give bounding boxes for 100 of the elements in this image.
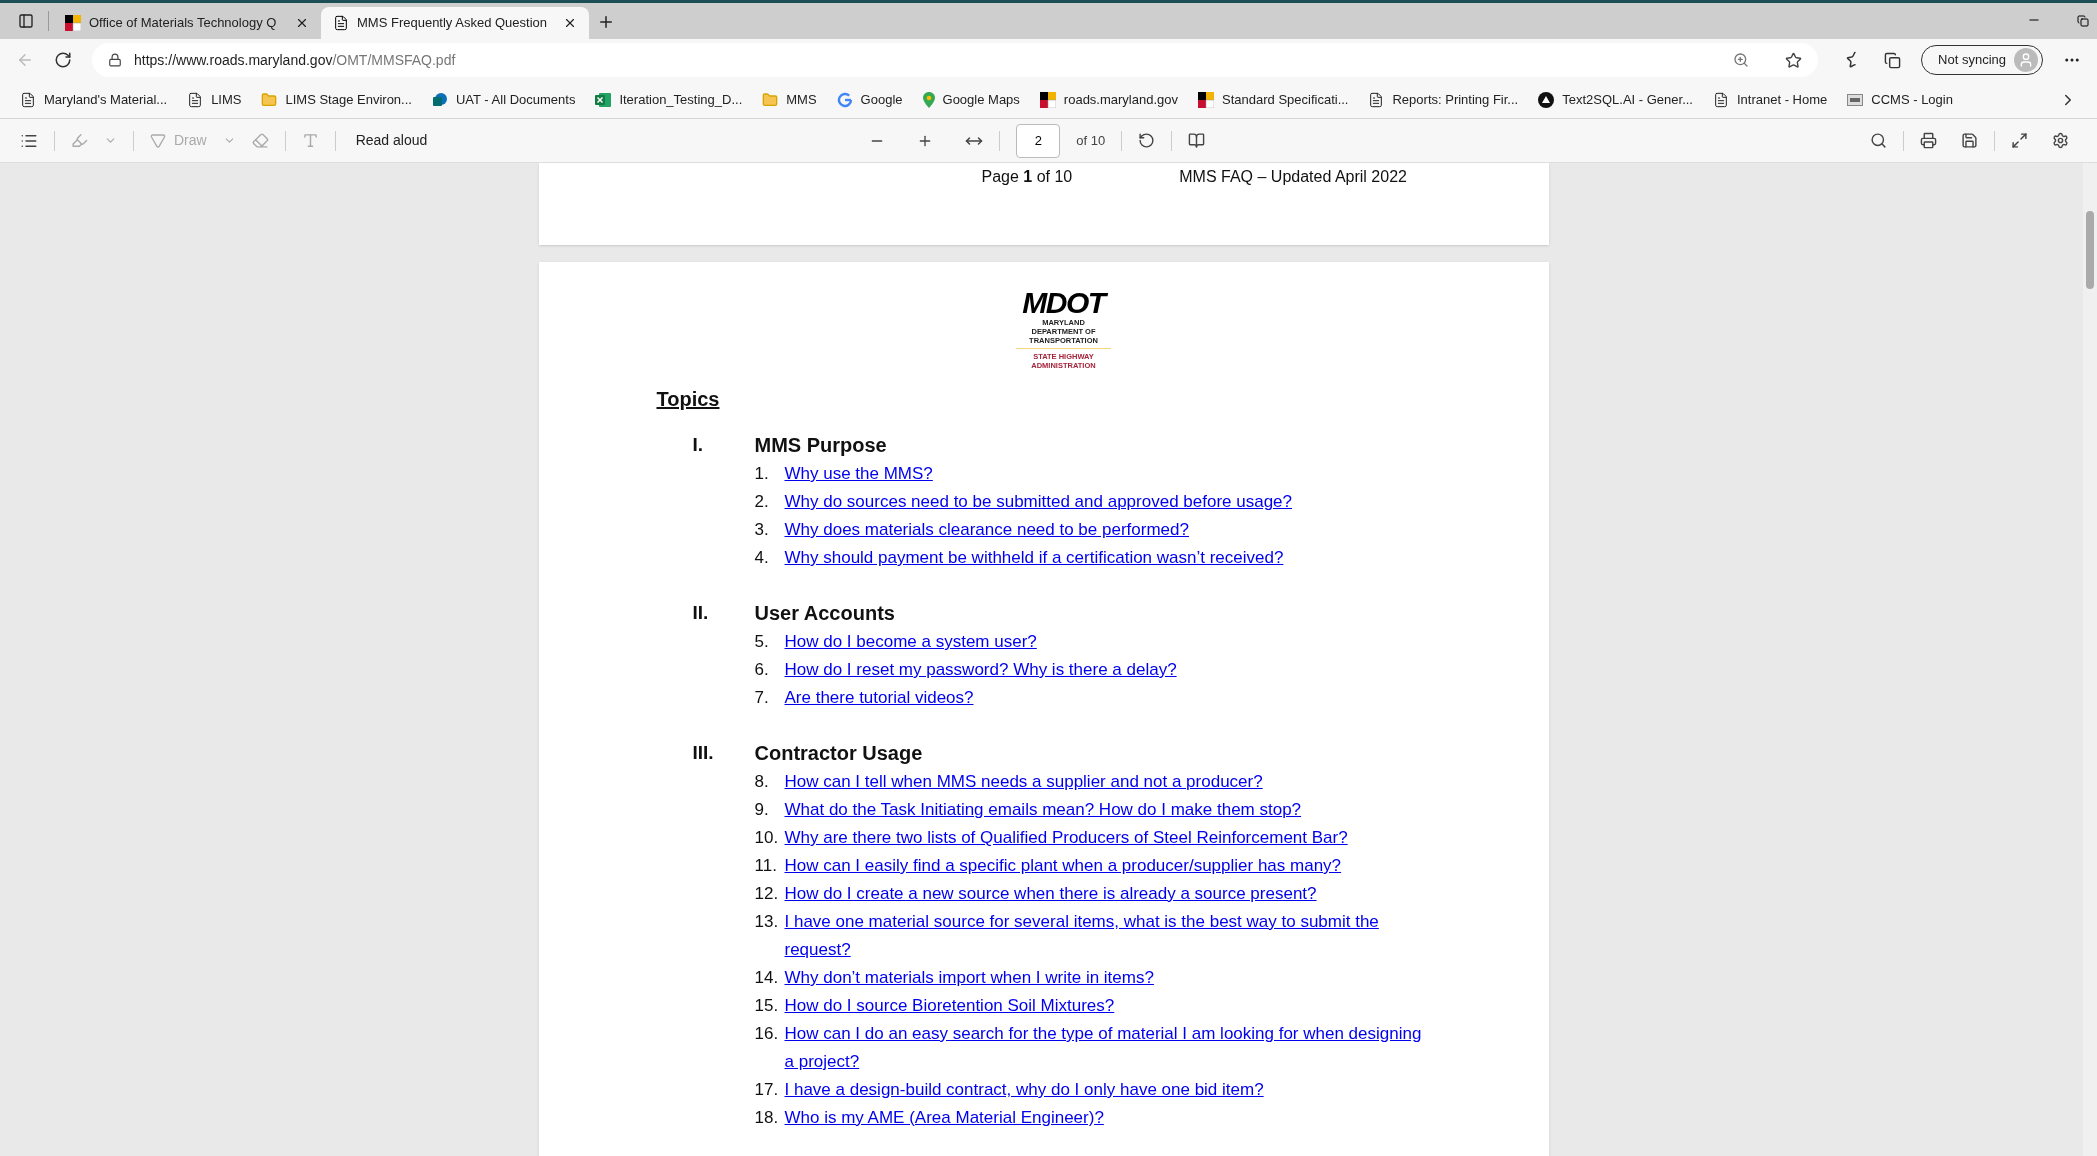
address-field[interactable]: https://www.roads.maryland.gov/OMT/MMSFAQ.pdf (92, 43, 1819, 77)
page-view-icon[interactable] (1188, 132, 1206, 149)
bookmark-label: Iteration_Testing_D... (619, 90, 743, 109)
bookmark-label: Intranet - Home (1737, 90, 1828, 109)
save-icon[interactable] (1961, 132, 1978, 149)
tab-title: MMS Frequently Asked Question (357, 14, 549, 33)
print-icon[interactable] (1920, 132, 1937, 149)
item-number: 12. (754, 883, 780, 905)
topic-link[interactable]: I have a design-build contract, why do I only have one bid item? (784, 1076, 1264, 1104)
topic-link[interactable]: What do the Task Initiating emails mean? How do I make them stop? (784, 796, 1302, 824)
item-number: 4. (754, 547, 770, 569)
section-heading: Contractor Usage (754, 741, 924, 766)
page-icon (20, 91, 36, 108)
page-number-field[interactable]: 2 (1016, 123, 1061, 158)
close-icon[interactable] (295, 16, 309, 30)
item-number: 3. (754, 519, 770, 541)
bookmark-item[interactable]: roads.maryland.gov (1039, 89, 1178, 110)
read-aloud-button[interactable]: Read aloud (355, 130, 428, 151)
zoom-icon[interactable] (1733, 52, 1750, 68)
bookmark-item[interactable]: CCMS - Login (1847, 89, 1953, 110)
scroll-thumb[interactable] (2086, 211, 2094, 289)
topic-link[interactable]: Are there tutorial videos? (784, 684, 974, 712)
topic-link[interactable]: How can I tell when MMS needs a supplier and not a producer? (784, 768, 1263, 796)
bookmark-item[interactable]: LIMS Stage Environ... (261, 89, 412, 110)
bookmark-item[interactable]: UAT - All Documents (431, 89, 576, 110)
flag-icon (1198, 91, 1214, 108)
rotate-icon[interactable] (1138, 132, 1156, 149)
pen-tip-icon (150, 132, 166, 149)
bookmark-item[interactable]: Text2SQL.AI - Gener... (1538, 89, 1693, 110)
topic-link[interactable]: Why should payment be withheld if a certification wasn’t received? (784, 544, 1284, 572)
page-icon (1713, 91, 1729, 108)
bookmark-label: LIMS (211, 90, 242, 109)
topic-link[interactable]: Why are there two lists of Qualified Producers of Steel Reinforcement Bar? (784, 824, 1348, 852)
topic-link[interactable]: Why does materials clearance need to be performed? (784, 516, 1189, 544)
tab-title: Office of Materials Technology Q (89, 14, 278, 33)
section-numeral: III. (692, 741, 715, 765)
search-icon[interactable] (1870, 132, 1887, 149)
page-icon (187, 91, 204, 108)
bookmark-item[interactable]: Google Maps (922, 89, 1020, 110)
topic-link[interactable]: How do I create a new source when there is already a source present? (784, 880, 1317, 908)
new-tab-icon[interactable] (597, 13, 615, 31)
section-heading: User Accounts (754, 601, 896, 626)
bookmark-item[interactable]: Reports: Printing Fir... (1368, 89, 1519, 110)
topic-link[interactable]: Why do sources need to be submitted and approved before usage? (784, 488, 1292, 516)
page-count: of 10 (1076, 131, 1106, 150)
google-icon (836, 91, 853, 108)
refresh-icon[interactable] (54, 51, 72, 69)
fullscreen-icon[interactable] (2011, 132, 2028, 149)
collections-icon[interactable] (1884, 51, 1902, 69)
item-number: 5. (754, 631, 770, 653)
bookmark-label: Text2SQL.AI - Gener... (1562, 90, 1693, 109)
bookmark-item[interactable]: Standard Specificati... (1198, 89, 1349, 110)
section-numeral: II. (692, 601, 710, 625)
bookmark-item[interactable]: MMS (762, 89, 817, 110)
restore-icon[interactable] (2077, 15, 2089, 27)
topic-link[interactable]: Who is my AME (Area Material Engineer)? (784, 1104, 1104, 1132)
browser-tab[interactable]: MMS Frequently Asked Question (321, 7, 589, 39)
topic-link[interactable]: How do I reset my password? Why is there a delay? (784, 656, 1177, 684)
add-favorite-icon[interactable] (1785, 51, 1803, 69)
lock-icon (108, 53, 122, 67)
bookmark-item[interactable]: LIMS (187, 89, 242, 110)
topic-link[interactable]: Why don’t materials import when I write in items? (784, 964, 1154, 992)
bookmark-label: LIMS Stage Environ... (285, 90, 412, 109)
flag-icon (1039, 91, 1056, 108)
bookmark-item[interactable]: Google (836, 89, 903, 110)
bookmark-item[interactable]: Maryland's Material... (20, 89, 168, 110)
topic-link[interactable]: How do I source Bioretention Soil Mixtures? (784, 992, 1115, 1020)
topic-link[interactable]: Why use the MMS? (784, 460, 933, 488)
browser-tab[interactable]: Office of Materials Technology Q (53, 7, 321, 39)
settings-icon[interactable] (2052, 132, 2069, 149)
map-pin-icon (922, 91, 935, 108)
ccms-icon (1847, 93, 1864, 106)
bookmark-label: roads.maryland.gov (1063, 90, 1178, 109)
sharepoint-icon (431, 91, 448, 108)
item-number: 2. (754, 491, 770, 513)
topic-link[interactable]: How can I do an easy search for the type of material I am looking for when designing a project? (784, 1020, 1425, 1076)
spreadsheet-icon (595, 91, 612, 108)
item-number: 15. (754, 995, 780, 1017)
item-number: 17. (754, 1079, 780, 1101)
folder-icon (261, 91, 278, 108)
bookmark-item[interactable]: Intranet - Home (1713, 89, 1828, 110)
close-icon[interactable] (563, 16, 577, 30)
bookmark-item[interactable]: Iteration_Testing_D... (595, 89, 743, 110)
topic-link[interactable]: I have one material source for several items, what is the best way to submit the request? (784, 908, 1425, 964)
page-footer-number: Page 1 of 10 (981, 167, 1073, 187)
bookmark-label: Google Maps (942, 90, 1020, 109)
item-number: 11. (754, 855, 778, 877)
item-number: 8. (754, 771, 770, 793)
topic-link[interactable]: How can I easily find a specific plant when a producer/supplier has many? (784, 852, 1342, 880)
bookmark-label: Maryland's Material... (44, 90, 168, 109)
triangle-logo-icon (1538, 91, 1555, 108)
bookmark-label: MMS (786, 90, 817, 109)
bookmark-label: Google (860, 90, 903, 109)
item-number: 16. (754, 1023, 780, 1045)
page-footer-title: MMS FAQ – Updated April 2022 (1179, 167, 1407, 187)
item-number: 10. (754, 827, 780, 849)
item-number: 1. (754, 463, 770, 485)
item-number: 9. (754, 799, 770, 821)
item-number: 18. (754, 1107, 780, 1129)
topic-link[interactable]: How do I become a system user? (784, 628, 1037, 656)
